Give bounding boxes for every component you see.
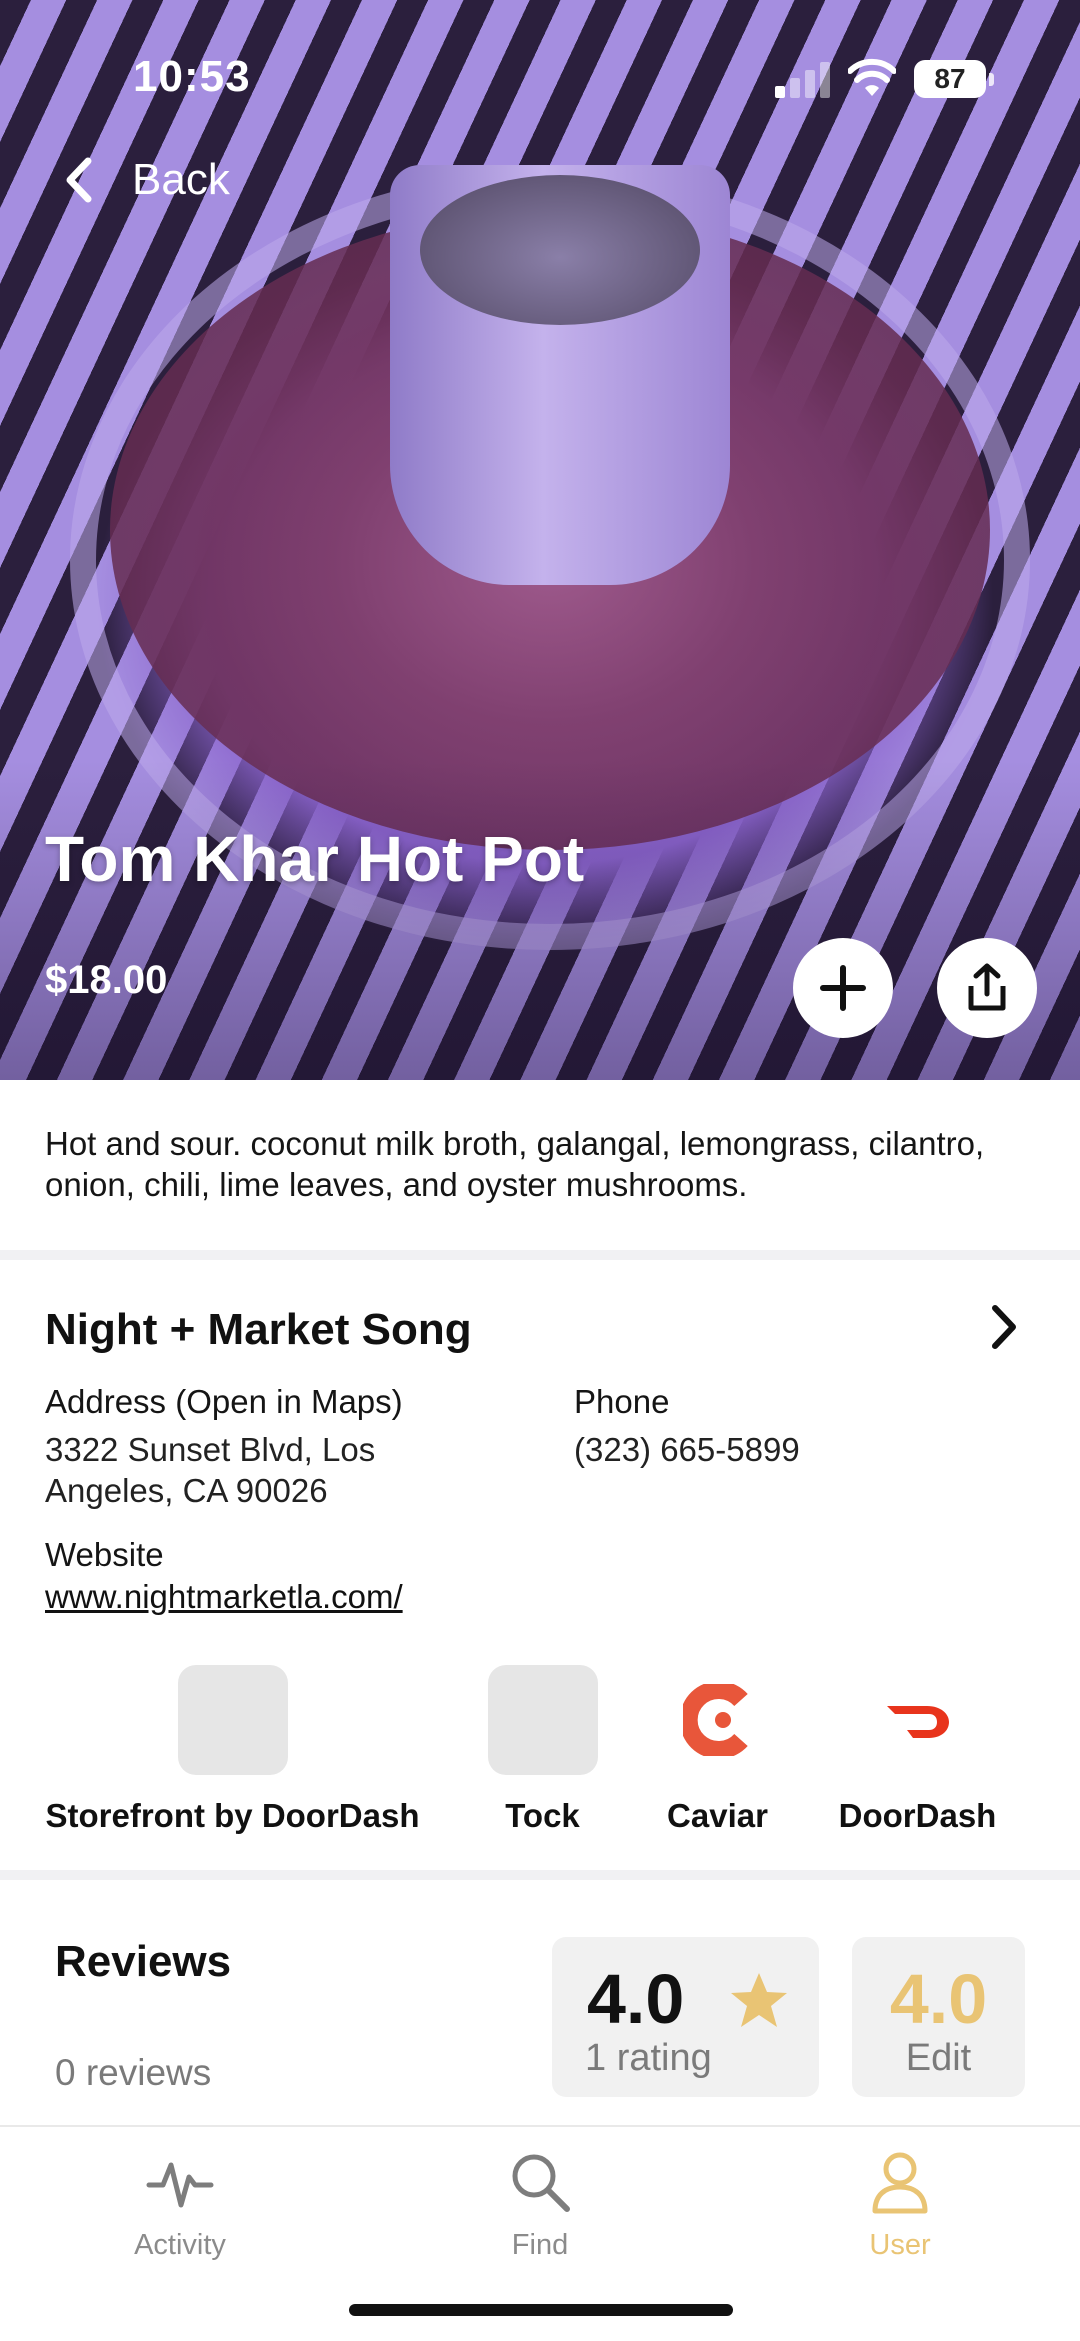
website-label: Website	[45, 1536, 164, 1573]
tab-find[interactable]: Find	[440, 2147, 640, 2262]
partner-storefront-doordash[interactable]: Storefront by DoorDash	[45, 1665, 420, 1835]
activity-icon	[146, 2162, 214, 2208]
phone-label: Phone	[574, 1383, 670, 1420]
wifi-icon	[848, 58, 896, 96]
plus-icon	[820, 965, 866, 1011]
section-divider	[0, 1870, 1080, 1880]
hot-pot-chimney-opening	[420, 175, 700, 325]
address-label[interactable]: Address (Open in Maps)	[45, 1383, 403, 1421]
search-icon	[512, 2154, 570, 2212]
tab-label: Activity	[134, 2229, 226, 2261]
reviews-count[interactable]: 0 reviews	[55, 2052, 211, 2094]
partner-caviar[interactable]: Caviar	[655, 1665, 780, 1835]
edit-rating-button[interactable]: 4.0 Edit	[852, 1937, 1025, 2097]
doordash-logo-icon	[863, 1665, 973, 1775]
tab-label: User	[869, 2229, 931, 2261]
phone-number[interactable]: (323) 665-5899	[574, 1429, 800, 1470]
storefront-logo-placeholder	[177, 1665, 288, 1775]
partner-tock[interactable]: Tock	[455, 1665, 630, 1835]
average-rating-card[interactable]: 4.0 1 rating	[552, 1937, 819, 2097]
reviews-title: Reviews	[55, 1937, 232, 1986]
share-icon	[968, 963, 1006, 1011]
back-button[interactable]: Back	[60, 150, 230, 210]
partner-name: Tock	[505, 1797, 580, 1834]
partner-name: Caviar	[667, 1797, 768, 1834]
cellular-signal-icon	[775, 60, 831, 98]
website-link[interactable]: www.nightmarketla.com/	[45, 1576, 403, 1617]
user-rating-value: 4.0	[889, 1960, 988, 2038]
dish-price: $18.00	[45, 958, 168, 1002]
caviar-logo-icon	[663, 1665, 773, 1775]
average-rating-value: 4.0	[587, 1960, 685, 2038]
address-line-1: 3322 Sunset Blvd, Los	[45, 1431, 376, 1468]
photo-shade	[0, 760, 1080, 1080]
dish-description: Hot and sour. coconut milk broth, galang…	[45, 1125, 985, 1203]
tab-user[interactable]: User	[800, 2147, 1000, 2262]
tab-activity[interactable]: Activity	[80, 2147, 280, 2262]
chevron-left-icon	[66, 157, 92, 203]
chevron-right-icon[interactable]	[985, 1302, 1025, 1352]
status-bar: 10:53 87	[0, 0, 1080, 150]
dish-title: Tom Khar Hot Pot	[45, 823, 585, 895]
partner-name: DoorDash	[838, 1797, 997, 1834]
tab-label: Find	[511, 2229, 569, 2261]
address-line-2: Angeles, CA 90026	[45, 1472, 328, 1509]
partner-doordash[interactable]: DoorDash	[830, 1665, 1005, 1835]
add-button[interactable]	[793, 938, 893, 1038]
home-indicator	[349, 2304, 733, 2316]
back-label: Back	[132, 155, 230, 204]
user-icon	[872, 2152, 928, 2214]
partner-name: Storefront by DoorDash	[45, 1797, 420, 1834]
restaurant-name[interactable]: Night + Market Song	[45, 1305, 472, 1355]
rating-count: 1 rating	[585, 2037, 712, 2079]
battery-indicator: 87	[914, 60, 994, 98]
section-divider	[0, 1250, 1080, 1260]
star-icon	[731, 1973, 787, 2027]
edit-label: Edit	[905, 2037, 972, 2079]
status-time: 10:53	[133, 52, 251, 101]
tock-logo-placeholder	[487, 1665, 598, 1775]
share-button[interactable]	[937, 938, 1037, 1038]
